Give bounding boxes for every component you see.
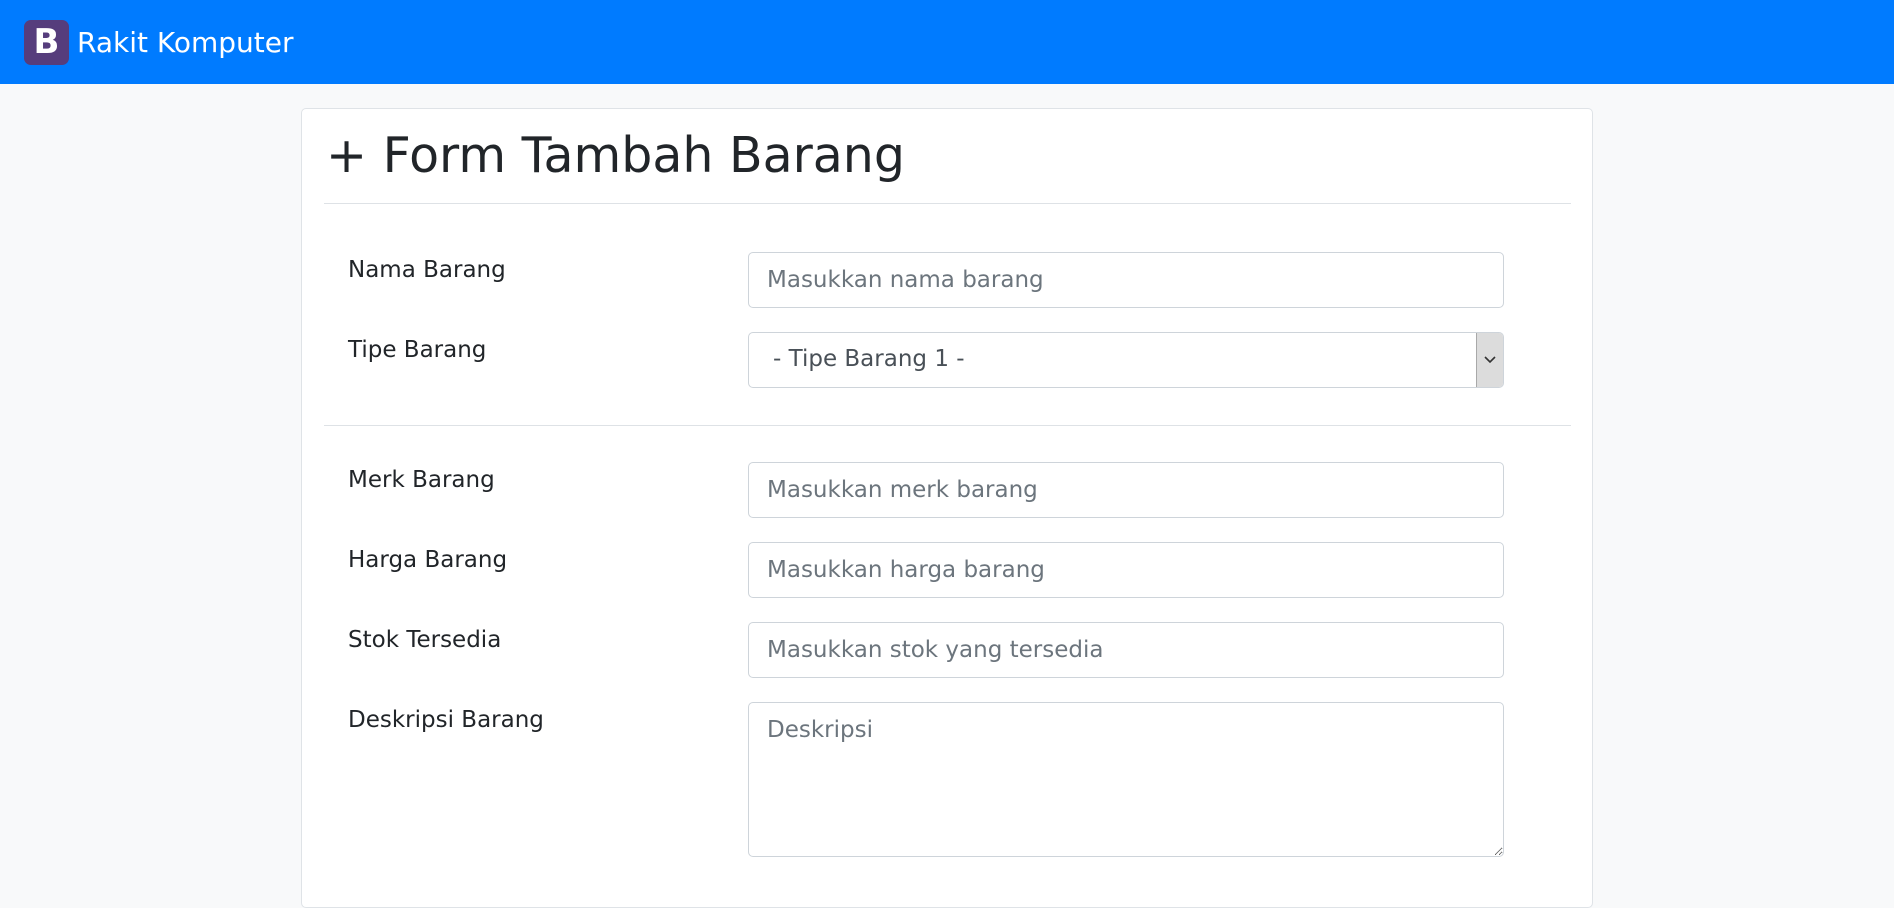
- merk-barang-input[interactable]: [748, 462, 1504, 518]
- label-tipe-barang: Tipe Barang: [348, 337, 487, 363]
- tipe-barang-selected: - Tipe Barang 1 -: [773, 346, 965, 372]
- form-card: + Form Tambah Barang Nama Barang Tipe Ba…: [301, 108, 1593, 908]
- brand-name[interactable]: Rakit Komputer: [77, 26, 293, 59]
- stok-tersedia-input[interactable]: [748, 622, 1504, 678]
- navbar: B Rakit Komputer: [0, 0, 1894, 84]
- label-harga-barang: Harga Barang: [348, 547, 508, 573]
- nama-barang-input[interactable]: [748, 252, 1504, 308]
- label-deskripsi-barang: Deskripsi Barang: [348, 707, 544, 733]
- tipe-barang-select[interactable]: - Tipe Barang 1 -: [748, 332, 1504, 388]
- deskripsi-barang-textarea[interactable]: [748, 702, 1504, 857]
- label-merk-barang: Merk Barang: [348, 467, 495, 493]
- label-nama-barang: Nama Barang: [348, 257, 506, 283]
- section-divider: [324, 425, 1571, 426]
- page-title: + Form Tambah Barang: [326, 127, 905, 184]
- brand-logo[interactable]: B: [24, 19, 69, 65]
- chevron-down-icon[interactable]: [1476, 333, 1503, 387]
- harga-barang-input[interactable]: [748, 542, 1504, 598]
- label-stok-tersedia: Stok Tersedia: [348, 627, 502, 653]
- title-divider: [324, 203, 1571, 204]
